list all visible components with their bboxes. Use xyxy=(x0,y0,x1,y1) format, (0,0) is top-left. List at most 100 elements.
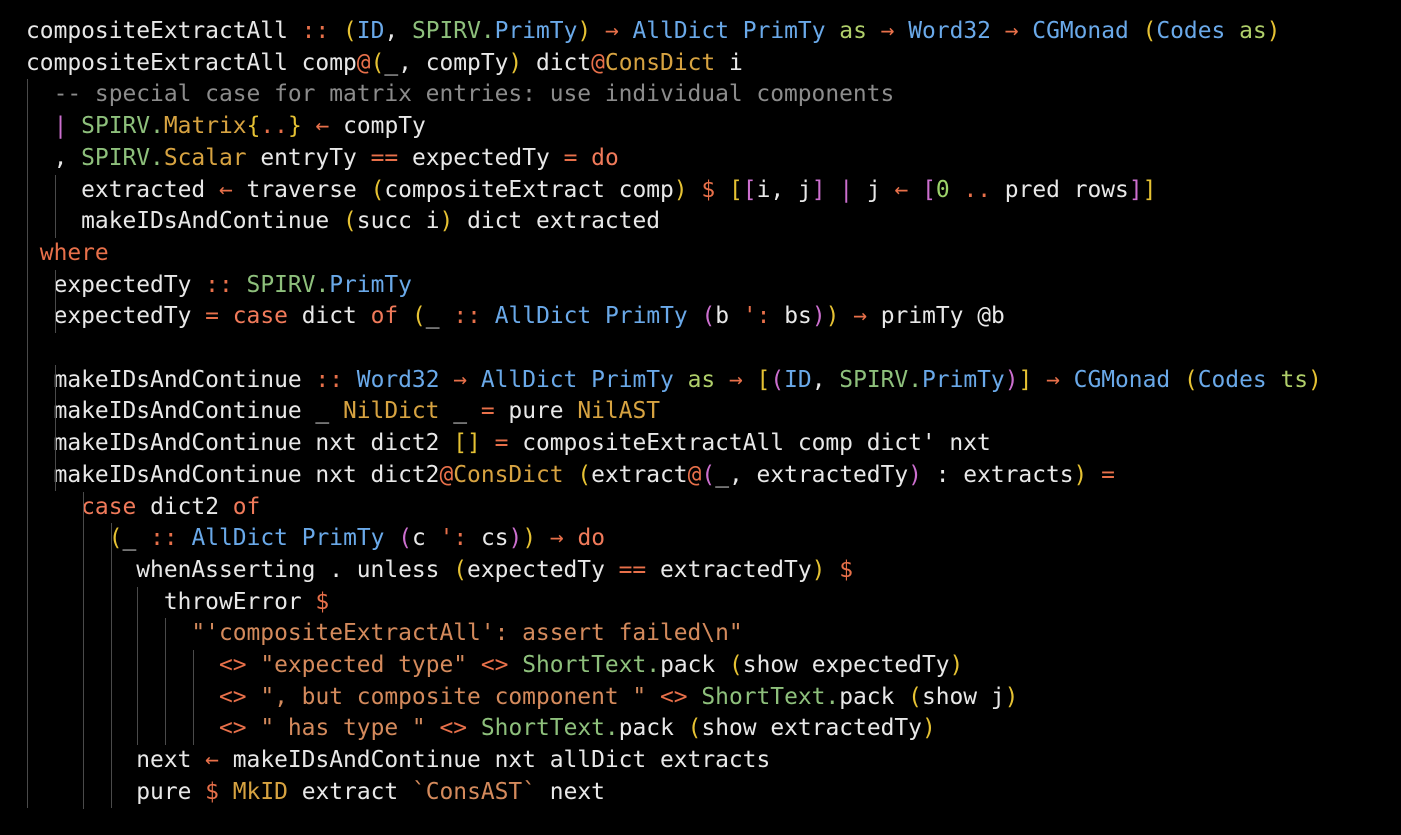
code-token: , xyxy=(26,144,82,171)
code-token: ) xyxy=(949,652,964,678)
code-editor[interactable]: compositeExtractAll :: (ID, SPIRV.PrimTy… xyxy=(0,0,1401,835)
code-token: ( xyxy=(687,715,702,742)
code-line[interactable]: makeIDsAndContinue nxt dict2 [] = compos… xyxy=(26,428,991,460)
code-token: ) xyxy=(673,176,688,203)
code-token: pure xyxy=(26,778,206,805)
code-line[interactable]: makeIDsAndContinue nxt dict2@ConsDict (e… xyxy=(26,460,1115,492)
code-line[interactable]: <> ", but composite component " <> Short… xyxy=(26,682,1018,714)
code-token: extractedTy xyxy=(646,556,812,583)
code-token: extract xyxy=(591,461,688,488)
code-line[interactable]: compositeExtractAll :: (ID, SPIRV.PrimTy… xyxy=(26,16,1280,48)
code-token: == xyxy=(370,144,399,171)
code-token: i xyxy=(715,49,743,76)
code-token: next xyxy=(26,747,206,774)
code-token: $ xyxy=(839,556,853,583)
code-line[interactable]: "'compositeExtractAll': assert failed\n" xyxy=(26,618,742,650)
code-token: succ i xyxy=(356,208,440,235)
code-token: $ xyxy=(315,588,330,615)
code-token: ts xyxy=(1266,366,1309,393)
code-token: PrimTy xyxy=(494,18,578,44)
code-token: <> xyxy=(218,715,247,742)
code-line[interactable]: throwError $ xyxy=(26,587,329,619)
code-token: .. xyxy=(260,113,288,140)
code-line[interactable]: <> "expected type" <> ShortText.pack (sh… xyxy=(26,650,963,682)
code-token: CGMonad xyxy=(1073,366,1171,393)
code-token: ] xyxy=(1018,366,1033,393)
code-token: = xyxy=(494,430,509,457)
code-token: .. xyxy=(949,176,1005,203)
code-token: ID xyxy=(356,18,385,44)
code-token: show expectedTy xyxy=(742,652,950,678)
code-token: :: xyxy=(439,303,495,330)
code-line[interactable]: next ← makeIDsAndContinue nxt allDict ex… xyxy=(26,745,770,777)
code-line[interactable]: makeIDsAndContinue :: Word32 → AllDict P… xyxy=(26,365,1322,397)
code-token: <> xyxy=(660,683,688,710)
code-token: compositeExtractAll comp dict' nxt xyxy=(508,430,991,457)
code-line[interactable]: expectedTy :: SPIRV.PrimTy xyxy=(26,270,412,302)
code-token: makeIDsAndContinue nxt dict2 xyxy=(26,430,454,457)
code-line[interactable]: makeIDsAndContinue _ NilDict _ = pure Ni… xyxy=(26,396,660,428)
code-token: compositeExtractAll comp xyxy=(26,49,357,76)
code-token: ( xyxy=(411,303,426,330)
code-token: dict extracted xyxy=(453,208,661,235)
code-token: compTy xyxy=(343,113,426,140)
code-line[interactable]: <> " has type " <> ShortText.pack (show … xyxy=(26,713,936,745)
code-token: @ xyxy=(356,49,371,76)
code-token: SPIRV. xyxy=(839,366,922,393)
code-line[interactable]: compositeExtractAll comp@(_, compTy) dic… xyxy=(26,48,743,80)
code-token: CGMonad xyxy=(1032,18,1129,44)
code-line[interactable]: makeIDsAndContinue (succ i) dict extract… xyxy=(26,206,660,238)
code-token: cs xyxy=(467,525,509,552)
code-line[interactable]: where xyxy=(26,238,109,270)
code-line[interactable]: extracted ← traverse (compositeExtract c… xyxy=(26,175,1156,207)
code-line[interactable]: case dict2 of xyxy=(26,492,260,524)
code-line[interactable]: -- special case for matrix entries: use … xyxy=(26,79,895,111)
code-token: i, j xyxy=(756,176,812,203)
code-token: makeIDsAndContinue xyxy=(26,208,343,235)
code-token: traverse xyxy=(232,176,371,203)
code-line[interactable]: (_ :: AllDict PrimTy (c ': cs)) → do xyxy=(26,523,605,555)
code-line[interactable]: , SPIRV.Scalar entryTy == expectedTy = d… xyxy=(26,143,619,175)
code-token: _ xyxy=(122,525,137,552)
code-token: ID xyxy=(784,366,812,393)
indent-guide xyxy=(111,523,112,809)
code-line[interactable]: whenAsserting . unless (expectedTy == ex… xyxy=(26,555,853,587)
code-token: ( xyxy=(701,303,716,330)
code-token: Matrix xyxy=(163,113,247,140)
code-token: b xyxy=(715,303,743,330)
code-token: ← xyxy=(205,747,219,774)
code-token: primTy xyxy=(880,303,978,330)
code-token: :: xyxy=(287,18,343,44)
code-token: do xyxy=(591,144,619,171)
code-token: ) xyxy=(508,49,523,76)
code-token: ) xyxy=(825,303,840,330)
code-token: → xyxy=(536,525,578,552)
code-token: ( xyxy=(453,556,468,583)
code-token: ( xyxy=(343,18,357,44)
code-token: NilDict xyxy=(342,398,440,425)
code-token: [ xyxy=(742,176,757,203)
code-token: ( xyxy=(342,208,357,235)
code-line[interactable]: pure $ MkID extract `ConsAST` next xyxy=(26,777,605,809)
code-token: ", but composite component " xyxy=(260,683,647,710)
code-line[interactable]: | SPIRV.Matrix{..} ← compTy xyxy=(26,111,426,143)
code-token: Word32 xyxy=(908,18,991,44)
code-token: Scalar xyxy=(163,144,247,171)
code-token: <> xyxy=(218,652,247,678)
code-token: ) xyxy=(522,525,537,552)
code-token: ) xyxy=(921,715,936,742)
code-line[interactable]: expectedTy = case dict of (_ :: AllDict … xyxy=(26,301,1005,333)
code-token: ShortText. xyxy=(480,715,619,742)
